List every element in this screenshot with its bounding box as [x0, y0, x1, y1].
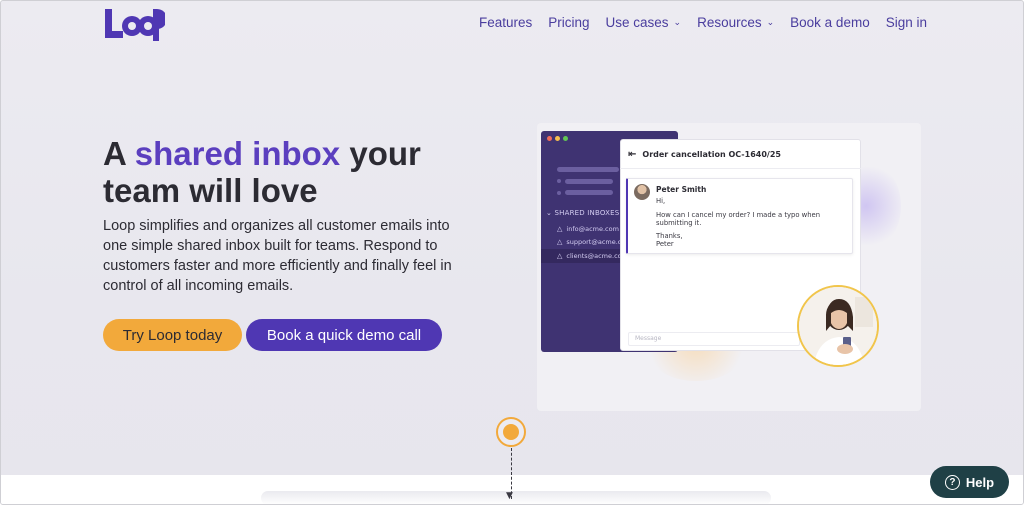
inbox-icon: △ — [557, 252, 563, 260]
top-nav: Features Pricing Use cases ⌄ Resources ⌄ B… — [463, 15, 927, 30]
headline-part: A — [103, 135, 135, 172]
minimize-dot-icon — [555, 136, 560, 141]
message-input: Message — [628, 332, 800, 346]
avatar — [634, 184, 650, 200]
sidebar-placeholder — [565, 179, 613, 184]
headline-accent: shared inbox — [134, 135, 341, 172]
window-controls — [547, 136, 568, 141]
sidebar-placeholder — [557, 191, 561, 195]
sender-name: Peter Smith — [656, 185, 707, 194]
hero-subtext: Loop simplifies and organizes all custom… — [103, 218, 452, 294]
sidebar-placeholder — [557, 179, 561, 183]
chevron-down-icon: ⌄ — [673, 17, 682, 27]
nav-features[interactable]: Features — [479, 15, 532, 30]
help-label: Help — [965, 474, 995, 490]
nav-sign-in[interactable]: Sign in — [886, 15, 927, 30]
hero-headline: A shared inbox your team will love — [103, 135, 483, 209]
inbox-icon: △ — [557, 238, 563, 246]
conversation-title: ⇤ Order cancellation OC-1640/25 — [628, 149, 781, 160]
sidebar-placeholder — [565, 190, 613, 195]
book-demo-call-button[interactable]: Book a quick demo call — [246, 319, 442, 351]
shared-inboxes-heading: ⌄ SHARED INBOXES — [546, 209, 620, 217]
sign-in-icon: ⇤ — [628, 149, 637, 160]
loop-logo[interactable] — [103, 7, 165, 41]
question-icon: ? — [944, 474, 960, 490]
next-section-card — [261, 491, 771, 504]
help-button[interactable]: ? Help — [930, 466, 1009, 498]
close-dot-icon — [547, 136, 552, 141]
inbox-item: △ clients@acme.com — [557, 252, 628, 260]
chevron-down-icon: ⌄ — [766, 17, 775, 27]
message-text: Thanks, — [656, 232, 683, 240]
scroll-indicator-dot — [503, 424, 519, 440]
try-loop-button[interactable]: Try Loop today — [103, 319, 242, 351]
page-frame: Features Pricing Use cases ⌄ Resources ⌄ B… — [0, 0, 1024, 505]
arrow-down-icon: ▼ — [506, 491, 513, 501]
nav-use-cases[interactable]: Use cases ⌄ — [606, 15, 682, 30]
message-text: How can I cancel my order? I made a typo… — [656, 211, 821, 219]
message-text: Peter — [656, 240, 674, 248]
divider — [620, 168, 861, 169]
nav-resources[interactable]: Resources ⌄ — [697, 15, 774, 30]
customer-photo — [797, 285, 879, 367]
nav-pricing[interactable]: Pricing — [548, 15, 589, 30]
nav-book-demo[interactable]: Book a demo — [790, 15, 870, 30]
message-text: Hi, — [656, 197, 666, 205]
message-text: submitting it. — [656, 219, 702, 227]
sidebar-placeholder — [557, 167, 619, 172]
inbox-item: △ info@acme.com — [557, 225, 619, 233]
inbox-icon: △ — [557, 225, 563, 233]
maximize-dot-icon — [563, 136, 568, 141]
